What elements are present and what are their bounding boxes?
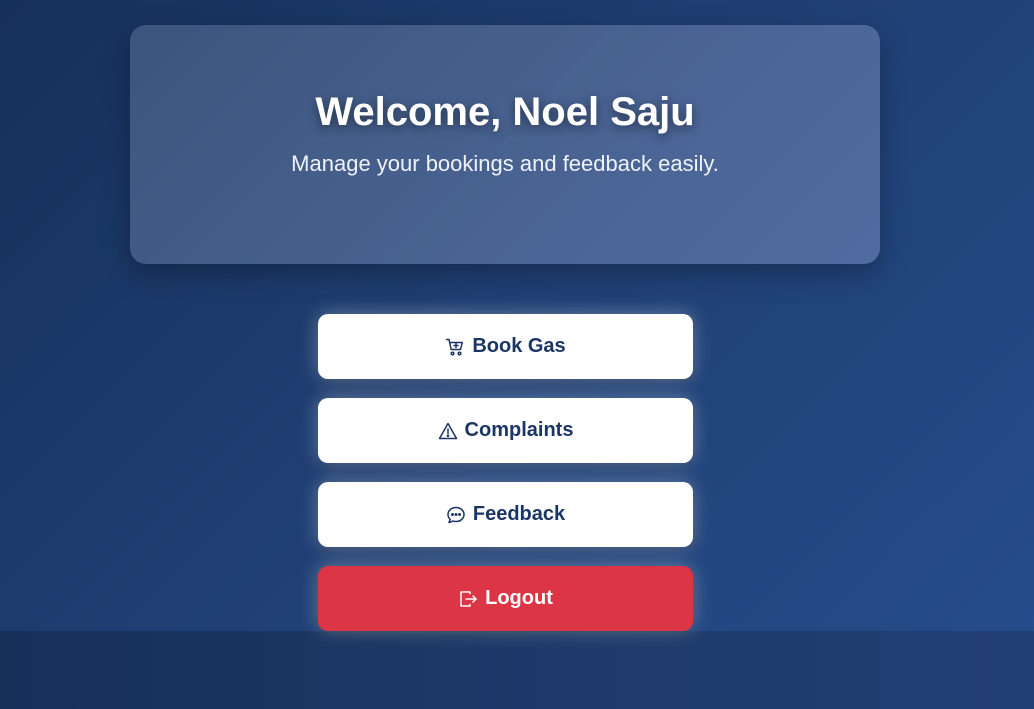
footer-band <box>0 631 1034 709</box>
chat-dots-icon <box>446 505 466 525</box>
welcome-title: Welcome, Noel Saju <box>315 90 695 134</box>
logout-icon <box>458 589 478 609</box>
feedback-button[interactable]: Feedback <box>318 482 693 547</box>
warning-triangle-icon <box>438 421 458 441</box>
book-gas-button[interactable]: Book Gas <box>318 314 693 379</box>
complaints-label: Complaints <box>464 419 574 441</box>
welcome-card: Welcome, Noel Saju Manage your bookings … <box>130 25 880 264</box>
welcome-subtitle: Manage your bookings and feedback easily… <box>291 151 719 176</box>
logout-label: Logout <box>485 587 553 609</box>
logout-button[interactable]: Logout <box>318 566 693 631</box>
feedback-label: Feedback <box>472 503 566 525</box>
book-gas-label: Book Gas <box>472 335 566 357</box>
complaints-button[interactable]: Complaints <box>318 398 693 463</box>
cart-plus-icon <box>445 337 465 357</box>
